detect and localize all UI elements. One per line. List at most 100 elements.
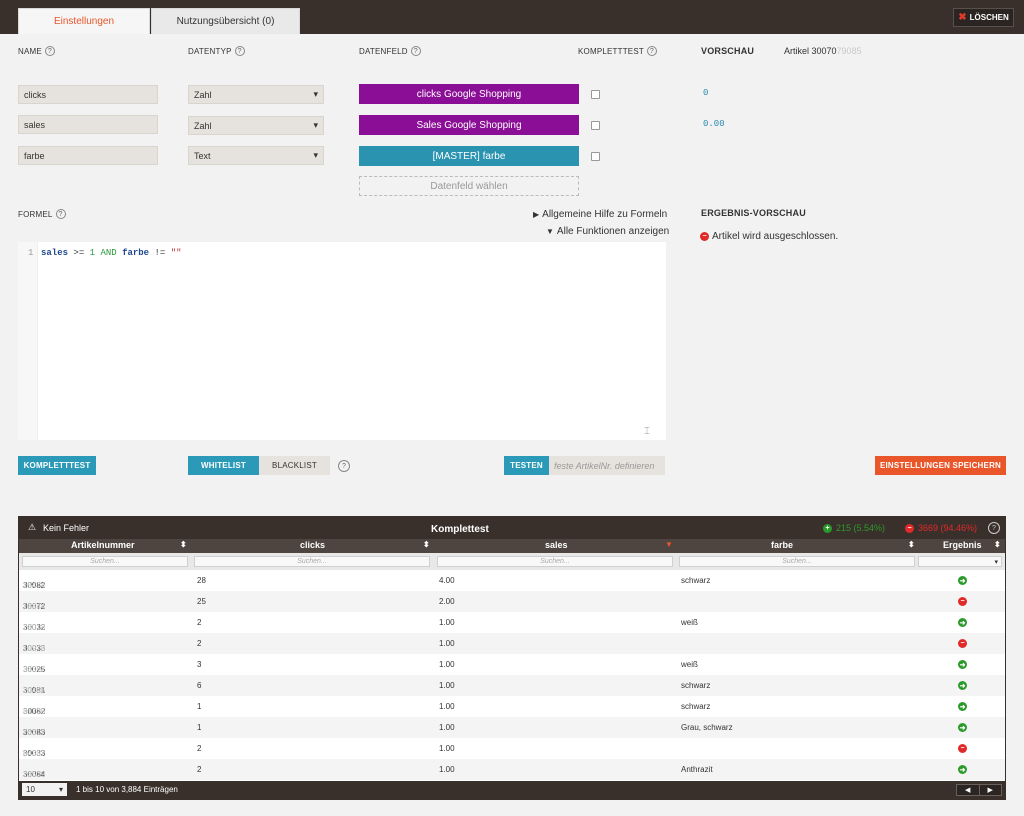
search-sales[interactable]: Suchen... xyxy=(437,556,673,567)
fulltest-panel: ⚠ Kein Fehler Komplettest + 215 (5.54%) … xyxy=(18,516,1006,800)
fulltest-checkbox-2[interactable] xyxy=(591,121,600,130)
type-select-3[interactable]: Text ▾ xyxy=(188,146,324,165)
data-field-3[interactable]: [MASTER] farbe xyxy=(359,146,579,166)
minus-circle-icon: − xyxy=(700,232,709,241)
col-clicks[interactable]: clicks xyxy=(300,540,325,550)
article-prefix: Artikel 30070 xyxy=(784,46,837,56)
save-settings-button[interactable]: EINSTELLUNGEN SPEICHERN xyxy=(875,456,1006,475)
cell-farbe: schwarz xyxy=(681,702,711,711)
table-row[interactable]: 30033 10978 2 1.00− xyxy=(19,633,1005,654)
sort-icon[interactable]: ⬍ xyxy=(994,540,1001,549)
table-row[interactable]: 30084 23529 2 1.00 Anthrazit ➜ xyxy=(19,759,1005,780)
col-result[interactable]: Ergebnis xyxy=(943,540,982,550)
col-articlenumber[interactable]: Artikelnummer xyxy=(71,540,135,550)
table-row[interactable]: 30033 64357 2 1.00− xyxy=(19,738,1005,759)
table-row[interactable]: 30083 76317 1 1.00 Grau, schwarz ➜ xyxy=(19,717,1005,738)
test-article-input[interactable]: feste ArtikelNr. definieren xyxy=(549,456,665,475)
table-row[interactable]: 30072 18844 25 2.00− xyxy=(19,591,1005,612)
all-functions-link[interactable]: ▼ Alle Funktionen anzeigen xyxy=(546,226,669,237)
panel-header: ⚠ Kein Fehler Komplettest + 215 (5.54%) … xyxy=(19,517,1005,539)
cell-sales: 1.00 xyxy=(439,723,455,732)
table-row[interactable]: 30032 28018 2 1.00 weiß ➜ xyxy=(19,612,1005,633)
data-field-2[interactable]: Sales Google Shopping xyxy=(359,115,579,135)
table-row[interactable]: 30082 15474 28 4.00 schwarz ➜ xyxy=(19,570,1005,591)
col-sales[interactable]: sales xyxy=(545,540,568,550)
formula-code: sales >= 1 AND farbe != "" xyxy=(41,248,182,258)
help-icon[interactable]: ? xyxy=(338,460,350,472)
table-row[interactable]: 30081 20465 6 1.00 schwarz ➜ xyxy=(19,675,1005,696)
help-icon[interactable]: ? xyxy=(234,46,245,56)
blacklist-button[interactable]: BLACKLIST xyxy=(259,456,330,475)
formula-editor[interactable]: 1 sales >= 1 AND farbe != "" ⌶ xyxy=(18,242,666,440)
type-select-1[interactable]: Zahl ▾ xyxy=(188,85,324,104)
sort-icon[interactable]: ⬍ xyxy=(180,540,187,549)
formula-help-link[interactable]: ▶ Allgemeine Hilfe zu Formeln xyxy=(533,209,667,220)
type-value: Zahl xyxy=(194,89,212,100)
dropdown-arrow-icon: ▾ xyxy=(313,150,318,160)
type-header: DATENTYP? xyxy=(188,46,245,56)
cell-clicks: 2 xyxy=(197,639,202,648)
code-token: != xyxy=(154,248,166,258)
cell-farbe: weiß xyxy=(681,618,698,627)
help-icon[interactable]: ? xyxy=(988,522,1000,534)
help-icon[interactable]: ? xyxy=(44,46,55,56)
help-icon[interactable]: ? xyxy=(646,46,657,56)
name-input-2[interactable]: sales xyxy=(18,115,158,134)
data-field-1[interactable]: clicks Google Shopping xyxy=(359,84,579,104)
table-row[interactable]: 30025 38367 3 1.00 weiß ➜ xyxy=(19,654,1005,675)
dropdown-arrow-icon: ▾ xyxy=(58,785,63,794)
include-icon: ➜ xyxy=(958,576,967,585)
fulltest-button[interactable]: KOMPLETTTEST xyxy=(18,456,96,475)
dropdown-arrow-icon: ▾ xyxy=(994,558,998,566)
code-token: sales xyxy=(41,248,69,258)
include-icon: ➜ xyxy=(958,765,967,774)
cell-farbe: weiß xyxy=(681,660,698,669)
name-input-3[interactable]: farbe xyxy=(18,146,158,165)
fulltest-checkbox-1[interactable] xyxy=(591,90,600,99)
page-size-select[interactable]: 10 ▾ xyxy=(22,783,67,796)
line-number: 1 xyxy=(28,248,34,258)
article-id-suffix: 38367 xyxy=(23,664,46,674)
sort-icon[interactable]: ⬍ xyxy=(908,540,915,549)
cell-clicks: 1 xyxy=(197,702,202,711)
sort-desc-icon[interactable]: ▼ xyxy=(665,540,673,549)
tab-settings[interactable]: Einstellungen xyxy=(18,8,150,34)
cell-sales: 1.00 xyxy=(439,618,455,627)
select-field-button[interactable]: Datenfeld wählen xyxy=(359,176,579,196)
search-farbe[interactable]: Suchen... xyxy=(679,556,915,567)
cell-clicks: 3 xyxy=(197,660,202,669)
tab-usage[interactable]: Nutzungsübersicht (0) xyxy=(151,8,300,34)
article-id-suffix: 64357 xyxy=(23,748,46,758)
type-header-label: DATENTYP xyxy=(188,46,232,56)
next-page-icon[interactable]: ▶ xyxy=(980,785,1002,795)
filter-result-select[interactable]: ▾ xyxy=(918,556,1002,567)
cell-sales: 1.00 xyxy=(439,639,455,648)
cell-sales: 2.00 xyxy=(439,597,455,606)
test-button[interactable]: TESTEN xyxy=(504,456,549,475)
sort-icon[interactable]: ⬍ xyxy=(423,540,430,549)
col-farbe[interactable]: farbe xyxy=(771,540,793,550)
all-functions-text: Alle Funktionen anzeigen xyxy=(556,226,670,237)
search-clicks[interactable]: Suchen... xyxy=(194,556,430,567)
code-token: farbe xyxy=(122,248,150,258)
status-text: Kein Fehler xyxy=(43,523,90,533)
table-row[interactable]: 30082 81725 1 1.00 schwarz ➜ xyxy=(19,696,1005,717)
cell-sales: 1.00 xyxy=(439,765,455,774)
type-select-2[interactable]: Zahl ▾ xyxy=(188,116,324,135)
name-input-1[interactable]: clicks xyxy=(18,85,158,104)
article-suffix: 79085 xyxy=(836,46,862,56)
search-articlenumber[interactable]: Suchen... xyxy=(22,556,188,567)
delete-button[interactable]: ✖ LÖSCHEN xyxy=(953,8,1014,27)
caret-down-icon: ▼ xyxy=(546,227,554,236)
help-icon[interactable]: ? xyxy=(410,46,421,56)
exclude-icon: − xyxy=(958,639,967,648)
help-icon[interactable]: ? xyxy=(55,209,66,219)
name-header: NAME? xyxy=(18,46,55,56)
prev-page-icon[interactable]: ◀ xyxy=(957,785,980,795)
fulltest-checkbox-3[interactable] xyxy=(591,152,600,161)
whitelist-button[interactable]: WHITELIST xyxy=(188,456,259,475)
exclude-icon: − xyxy=(958,744,967,753)
cell-clicks: 6 xyxy=(197,681,202,690)
no-count: 3669 (94.46%) xyxy=(918,523,978,533)
cell-sales: 1.00 xyxy=(439,702,455,711)
